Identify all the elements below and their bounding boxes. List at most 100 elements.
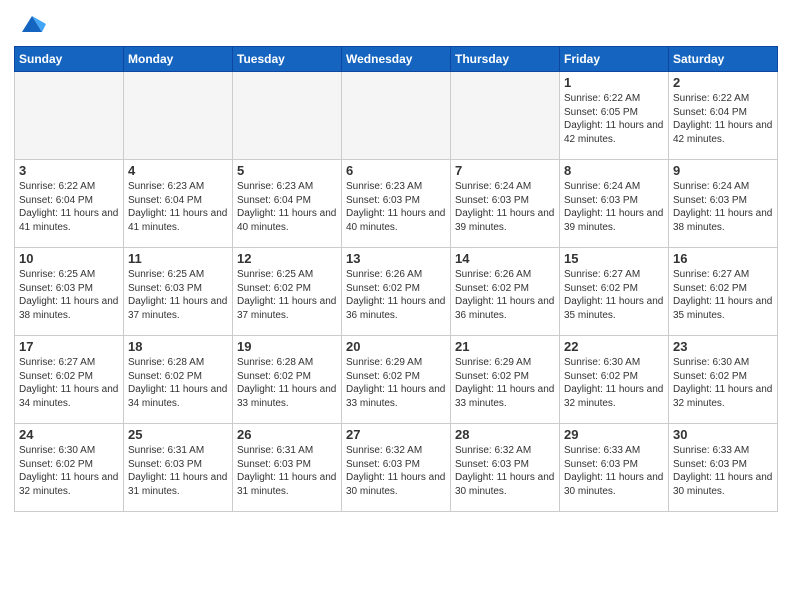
week-row-2: 3Sunrise: 6:22 AM Sunset: 6:04 PM Daylig… [15, 160, 778, 248]
calendar-cell: 24 Sunrise: 6:30 AM Sunset: 6:02 PM Dayli… [15, 424, 124, 512]
day-number: 12 [237, 251, 337, 266]
day-number: 16 [673, 251, 773, 266]
calendar-cell: 27 Sunrise: 6:32 AM Sunset: 6:03 PM Dayli… [342, 424, 451, 512]
day-number: 9 [673, 163, 773, 178]
calendar-cell: 22 Sunrise: 6:30 AM Sunset: 6:02 PM Dayli… [560, 336, 669, 424]
day-number: 11 [128, 251, 228, 266]
calendar-cell: 23 Sunrise: 6:30 AM Sunset: 6:02 PM Dayli… [669, 336, 778, 424]
calendar-cell: 19 Sunrise: 6:28 AM Sunset: 6:02 PM Dayli… [233, 336, 342, 424]
day-info: Sunrise: 6:22 AM Sunset: 6:05 PM Dayligh… [564, 92, 664, 146]
calendar-cell [124, 72, 233, 160]
calendar-cell: 11 Sunrise: 6:25 AM Sunset: 6:03 PM Dayli… [124, 248, 233, 336]
day-info: Sunrise: 6:26 AM Sunset: 6:02 PM Dayligh… [346, 268, 446, 322]
day-number: 30 [673, 427, 773, 442]
day-info: Sunrise: 6:25 AM Sunset: 6:03 PM Dayligh… [19, 268, 119, 322]
day-info: Sunrise: 6:22 AM Sunset: 6:04 PM Dayligh… [19, 180, 119, 234]
day-info: Sunrise: 6:29 AM Sunset: 6:02 PM Dayligh… [455, 356, 555, 410]
day-info: Sunrise: 6:24 AM Sunset: 6:03 PM Dayligh… [564, 180, 664, 234]
day-number: 21 [455, 339, 555, 354]
day-number: 18 [128, 339, 228, 354]
day-info: Sunrise: 6:32 AM Sunset: 6:03 PM Dayligh… [346, 444, 446, 498]
calendar-cell: 9 Sunrise: 6:24 AM Sunset: 6:03 PM Daylig… [669, 160, 778, 248]
calendar-cell: 16 Sunrise: 6:27 AM Sunset: 6:02 PM Dayli… [669, 248, 778, 336]
day-number: 22 [564, 339, 664, 354]
weekday-header-thursday: Thursday [451, 47, 560, 72]
calendar-cell: 26 Sunrise: 6:31 AM Sunset: 6:03 PM Dayli… [233, 424, 342, 512]
day-info: Sunrise: 6:30 AM Sunset: 6:02 PM Dayligh… [673, 356, 773, 410]
calendar-cell: 3Sunrise: 6:22 AM Sunset: 6:04 PM Daylig… [15, 160, 124, 248]
day-info: Sunrise: 6:33 AM Sunset: 6:03 PM Dayligh… [673, 444, 773, 498]
day-number: 27 [346, 427, 446, 442]
calendar-cell: 6 Sunrise: 6:23 AM Sunset: 6:03 PM Daylig… [342, 160, 451, 248]
day-number: 15 [564, 251, 664, 266]
calendar-cell: 17Sunrise: 6:27 AM Sunset: 6:02 PM Dayli… [15, 336, 124, 424]
day-info: Sunrise: 6:29 AM Sunset: 6:02 PM Dayligh… [346, 356, 446, 410]
header [14, 10, 778, 38]
day-number: 7 [455, 163, 555, 178]
day-number: 8 [564, 163, 664, 178]
logo [14, 10, 46, 38]
day-info: Sunrise: 6:25 AM Sunset: 6:03 PM Dayligh… [128, 268, 228, 322]
day-info: Sunrise: 6:31 AM Sunset: 6:03 PM Dayligh… [237, 444, 337, 498]
day-number: 1 [564, 75, 664, 90]
calendar-cell: 13 Sunrise: 6:26 AM Sunset: 6:02 PM Dayli… [342, 248, 451, 336]
calendar-cell: 20 Sunrise: 6:29 AM Sunset: 6:02 PM Dayli… [342, 336, 451, 424]
calendar-cell: 28 Sunrise: 6:32 AM Sunset: 6:03 PM Dayli… [451, 424, 560, 512]
weekday-header-monday: Monday [124, 47, 233, 72]
calendar-cell: 10 Sunrise: 6:25 AM Sunset: 6:03 PM Dayli… [15, 248, 124, 336]
day-number: 28 [455, 427, 555, 442]
calendar-cell: 2Sunrise: 6:22 AM Sunset: 6:04 PM Daylig… [669, 72, 778, 160]
day-number: 5 [237, 163, 337, 178]
day-info: Sunrise: 6:23 AM Sunset: 6:04 PM Dayligh… [237, 180, 337, 234]
day-info: Sunrise: 6:24 AM Sunset: 6:03 PM Dayligh… [455, 180, 555, 234]
day-number: 14 [455, 251, 555, 266]
day-number: 10 [19, 251, 119, 266]
day-info: Sunrise: 6:30 AM Sunset: 6:02 PM Dayligh… [19, 444, 119, 498]
day-info: Sunrise: 6:25 AM Sunset: 6:02 PM Dayligh… [237, 268, 337, 322]
day-info: Sunrise: 6:23 AM Sunset: 6:03 PM Dayligh… [346, 180, 446, 234]
weekday-header-sunday: Sunday [15, 47, 124, 72]
calendar-cell: 8 Sunrise: 6:24 AM Sunset: 6:03 PM Daylig… [560, 160, 669, 248]
week-row-1: 1 Sunrise: 6:22 AM Sunset: 6:05 PM Daylig… [15, 72, 778, 160]
day-info: Sunrise: 6:23 AM Sunset: 6:04 PM Dayligh… [128, 180, 228, 234]
day-info: Sunrise: 6:27 AM Sunset: 6:02 PM Dayligh… [19, 356, 119, 410]
calendar-cell: 29Sunrise: 6:33 AM Sunset: 6:03 PM Dayli… [560, 424, 669, 512]
day-number: 26 [237, 427, 337, 442]
week-row-5: 24 Sunrise: 6:30 AM Sunset: 6:02 PM Dayli… [15, 424, 778, 512]
weekday-header-row: SundayMondayTuesdayWednesdayThursdayFrid… [15, 47, 778, 72]
calendar-table: SundayMondayTuesdayWednesdayThursdayFrid… [14, 46, 778, 512]
day-info: Sunrise: 6:30 AM Sunset: 6:02 PM Dayligh… [564, 356, 664, 410]
day-number: 29 [564, 427, 664, 442]
day-info: Sunrise: 6:26 AM Sunset: 6:02 PM Dayligh… [455, 268, 555, 322]
day-info: Sunrise: 6:31 AM Sunset: 6:03 PM Dayligh… [128, 444, 228, 498]
day-number: 19 [237, 339, 337, 354]
day-number: 25 [128, 427, 228, 442]
day-info: Sunrise: 6:28 AM Sunset: 6:02 PM Dayligh… [237, 356, 337, 410]
day-number: 2 [673, 75, 773, 90]
day-info: Sunrise: 6:27 AM Sunset: 6:02 PM Dayligh… [673, 268, 773, 322]
calendar-cell: 14 Sunrise: 6:26 AM Sunset: 6:02 PM Dayli… [451, 248, 560, 336]
week-row-3: 10 Sunrise: 6:25 AM Sunset: 6:03 PM Dayli… [15, 248, 778, 336]
day-info: Sunrise: 6:32 AM Sunset: 6:03 PM Dayligh… [455, 444, 555, 498]
day-number: 20 [346, 339, 446, 354]
day-number: 13 [346, 251, 446, 266]
day-number: 6 [346, 163, 446, 178]
day-number: 24 [19, 427, 119, 442]
calendar-cell: 30 Sunrise: 6:33 AM Sunset: 6:03 PM Dayli… [669, 424, 778, 512]
calendar-cell [233, 72, 342, 160]
day-number: 4 [128, 163, 228, 178]
calendar-cell: 12 Sunrise: 6:25 AM Sunset: 6:02 PM Dayli… [233, 248, 342, 336]
calendar-cell [15, 72, 124, 160]
calendar-cell [451, 72, 560, 160]
day-info: Sunrise: 6:24 AM Sunset: 6:03 PM Dayligh… [673, 180, 773, 234]
calendar-cell: 25 Sunrise: 6:31 AM Sunset: 6:03 PM Dayli… [124, 424, 233, 512]
day-info: Sunrise: 6:27 AM Sunset: 6:02 PM Dayligh… [564, 268, 664, 322]
calendar-cell: 4 Sunrise: 6:23 AM Sunset: 6:04 PM Daylig… [124, 160, 233, 248]
page: SundayMondayTuesdayWednesdayThursdayFrid… [0, 0, 792, 612]
calendar-cell [342, 72, 451, 160]
calendar-cell: 15 Sunrise: 6:27 AM Sunset: 6:02 PM Dayli… [560, 248, 669, 336]
day-number: 23 [673, 339, 773, 354]
weekday-header-wednesday: Wednesday [342, 47, 451, 72]
calendar-cell: 18Sunrise: 6:28 AM Sunset: 6:02 PM Dayli… [124, 336, 233, 424]
weekday-header-saturday: Saturday [669, 47, 778, 72]
